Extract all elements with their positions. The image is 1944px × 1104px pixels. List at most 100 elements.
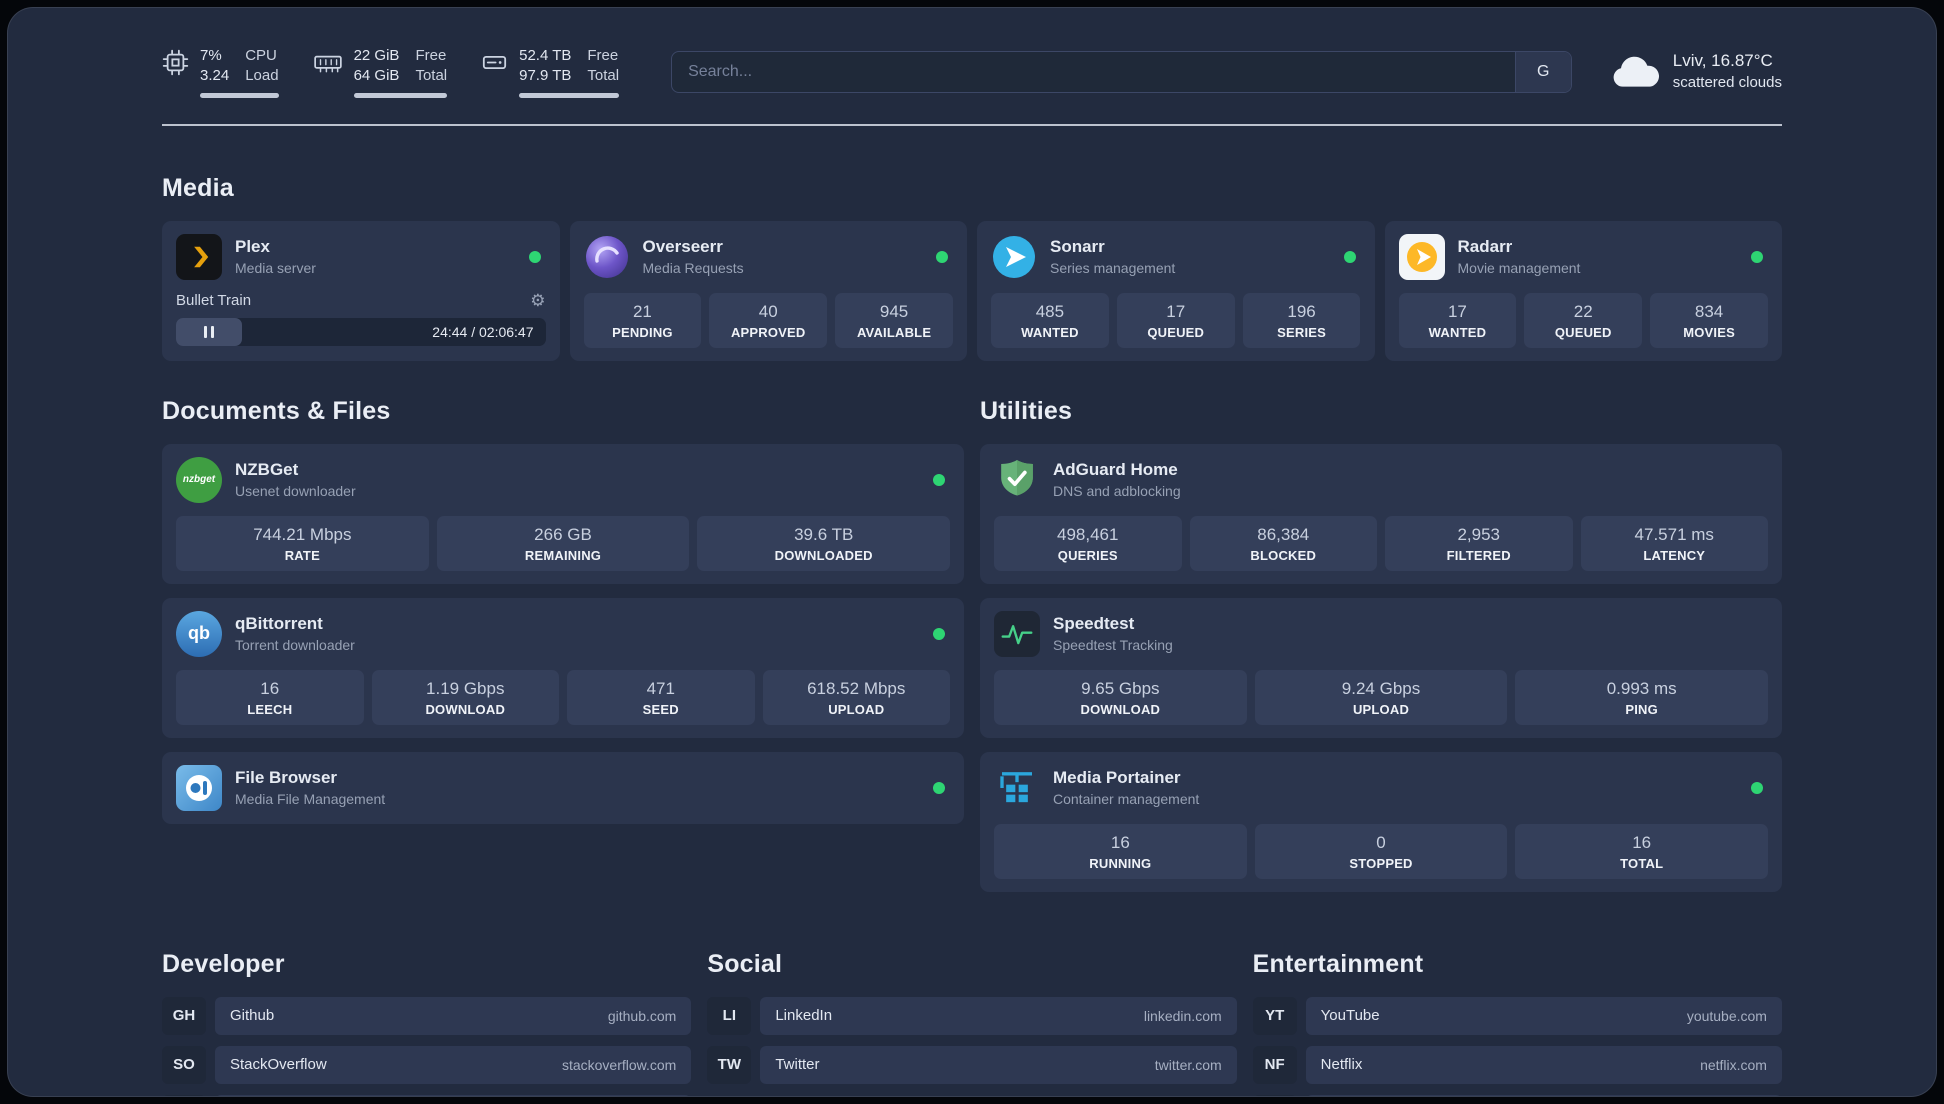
pause-button[interactable]: [176, 317, 242, 346]
stat-box: 17 QUEUED: [1116, 292, 1235, 348]
stat-box: 834 MOVIES: [1650, 292, 1768, 348]
section-utilities: Utilities AdGuard Home DNS and adblockin…: [980, 397, 1782, 892]
stat-box: 618.52 Mbps UPLOAD: [762, 669, 950, 725]
stat-box: 16 RUNNING: [994, 823, 1247, 879]
disk-label-top: Free: [587, 47, 619, 64]
gear-icon[interactable]: ⚙: [530, 292, 545, 309]
nzbget-icon: nzbget: [176, 456, 222, 503]
radarr-icon: [1398, 233, 1445, 280]
stat-box: 21 PENDING: [583, 292, 702, 348]
memory-label-top: Free: [415, 47, 447, 64]
service-name: qBittorrent: [235, 613, 323, 633]
stat-box: 945 AVAILABLE: [835, 292, 953, 348]
search-bar: G: [671, 50, 1572, 93]
cpu-label-top: CPU: [245, 47, 277, 64]
service-description: Media Requests: [642, 260, 744, 277]
service-description: Speedtest Tracking: [1053, 637, 1173, 654]
memory-icon: [313, 49, 343, 76]
player-time: 24:44 / 02:06:47: [432, 323, 534, 340]
status-dot: [933, 781, 945, 794]
bookmark-group-entertainment: Entertainment YT YouTube youtube.com NF …: [1252, 950, 1782, 1096]
bookmark-dev[interactable]: DT DEV dev.to: [162, 1094, 692, 1096]
bookmark-twitter[interactable]: TW Twitter twitter.com: [707, 1045, 1237, 1084]
player-progress-bar[interactable]: 24:44 / 02:06:47: [176, 317, 546, 346]
bookmark-pill: LinkedIn linkedin.com: [760, 996, 1237, 1035]
status-dot: [933, 627, 945, 640]
service-card-overseerr[interactable]: Overseerr Media Requests 21 PENDING 40 A…: [569, 220, 967, 361]
status-dot: [1751, 781, 1763, 794]
bookmark-linkedin[interactable]: LI LinkedIn linkedin.com: [707, 996, 1237, 1035]
search-input[interactable]: [672, 51, 1515, 92]
bookmark-youtube[interactable]: YT YouTube youtube.com: [1252, 996, 1782, 1035]
bookmark-github[interactable]: GH Github github.com: [162, 996, 692, 1035]
service-card-radarr[interactable]: Radarr Movie management 17 WANTED 22 QUE…: [1384, 220, 1782, 361]
bookmark-group-social: Social LI LinkedIn linkedin.com TW Twitt…: [707, 949, 1237, 1096]
cpu-load: 3.24: [200, 66, 230, 84]
cpu-label-bottom: Load: [245, 66, 279, 84]
service-description: Movie management: [1457, 260, 1581, 277]
service-description: Usenet downloader: [235, 483, 356, 500]
adguard-icon: [994, 457, 1040, 503]
service-name: Radarr: [1457, 236, 1513, 256]
stat-box: 47.571 ms LATENCY: [1580, 515, 1768, 571]
disk-usage-bar: [519, 92, 620, 98]
disk-icon: [481, 49, 508, 76]
stat-box: 22 QUEUED: [1524, 292, 1643, 348]
service-card-filebrowser[interactable]: File Browser Media File Management: [162, 751, 964, 824]
cpu-icon: [162, 49, 189, 76]
cpu-percent: 7%: [200, 47, 222, 64]
cpu-usage-bar: [200, 92, 279, 98]
developer-title: Developer: [162, 949, 285, 978]
memory-usage-bar: [353, 92, 448, 98]
service-card-nzbget[interactable]: nzbget NZBGet Usenet downloader 744.21 M…: [162, 443, 964, 584]
bookmark-pill: DEV dev.to: [215, 1094, 692, 1096]
topbar-divider: [162, 123, 1782, 126]
status-dot: [936, 250, 948, 263]
utilities-section-title: Utilities: [980, 396, 1073, 425]
stat-box: 498,461 QUERIES: [994, 515, 1182, 571]
service-description: Container management: [1053, 791, 1200, 808]
service-name: File Browser: [235, 767, 338, 787]
bookmark-pill: YouTube youtube.com: [1305, 996, 1782, 1035]
disk-widget: 52.4 TB 97.9 TB Free Total: [481, 46, 620, 98]
bookmark-netflix[interactable]: NF Netflix netflix.com: [1252, 1045, 1782, 1084]
stat-box: 39.6 TB DOWNLOADED: [697, 515, 951, 571]
search-provider-button[interactable]: G: [1514, 51, 1571, 92]
service-card-plex[interactable]: Plex Media server Bullet Train ⚙ 24:44 /…: [162, 220, 560, 361]
stat-box: 2,953 FILTERED: [1385, 515, 1573, 571]
bookmark-reddit[interactable]: RE Reddit reddit.com: [1252, 1094, 1782, 1096]
weather-condition: scattered clouds: [1672, 74, 1782, 92]
stat-box: 471 SEED: [567, 669, 755, 725]
service-description: Media server: [235, 260, 316, 277]
overseerr-icon: [584, 234, 630, 280]
sonarr-icon: [991, 234, 1037, 280]
service-card-sonarr[interactable]: Sonarr Series management 485 WANTED 17 Q…: [977, 220, 1375, 361]
bookmark-stackoverflow[interactable]: SO StackOverflow stackoverflow.com: [162, 1045, 692, 1084]
bookmark-pill: Github github.com: [215, 996, 692, 1035]
service-card-adguard[interactable]: AdGuard Home DNS and adblocking 498,461 …: [980, 443, 1782, 584]
status-dot: [528, 250, 541, 263]
stat-box: 266 GB REMAINING: [436, 515, 690, 571]
bookmark-abbr: TW: [707, 1045, 752, 1084]
bookmark-abbr: GH: [162, 996, 206, 1035]
stat-box: 744.21 Mbps RATE: [176, 515, 429, 571]
service-description: Torrent downloader: [235, 637, 355, 654]
stat-box: 196 SERIES: [1242, 292, 1361, 348]
service-name: Speedtest: [1053, 613, 1135, 633]
service-description: DNS and adblocking: [1053, 483, 1181, 500]
bookmarks-area: Developer GH Github github.com SO StackO…: [162, 949, 1782, 1096]
status-dot: [1751, 250, 1763, 263]
service-name: Sonarr: [1050, 236, 1105, 256]
bookmark-pill: Netflix netflix.com: [1305, 1045, 1782, 1084]
social-title: Social: [707, 949, 783, 978]
weather-widget: Lviv, 16.87°C scattered clouds: [1610, 50, 1782, 93]
service-card-portainer[interactable]: Media Portainer Container management 16 …: [980, 751, 1782, 892]
memory-label-bottom: Total: [415, 66, 448, 84]
cpu-widget: 7% 3.24 CPU Load: [162, 46, 279, 98]
service-card-speedtest[interactable]: Speedtest Speedtest Tracking 9.65 Gbps D…: [980, 597, 1782, 738]
bookmark-pill: Twitter twitter.com: [760, 1045, 1237, 1084]
stat-box: 16 LEECH: [176, 669, 364, 725]
dashboard-panel: 7% 3.24 CPU Load 22 GiB 64 GiB Free Tota…: [7, 7, 1937, 1097]
service-card-qbittorrent[interactable]: qb qBittorrent Torrent downloader 16 LEE…: [162, 597, 964, 738]
bookmark-group-developer: Developer GH Github github.com SO StackO…: [162, 949, 692, 1096]
